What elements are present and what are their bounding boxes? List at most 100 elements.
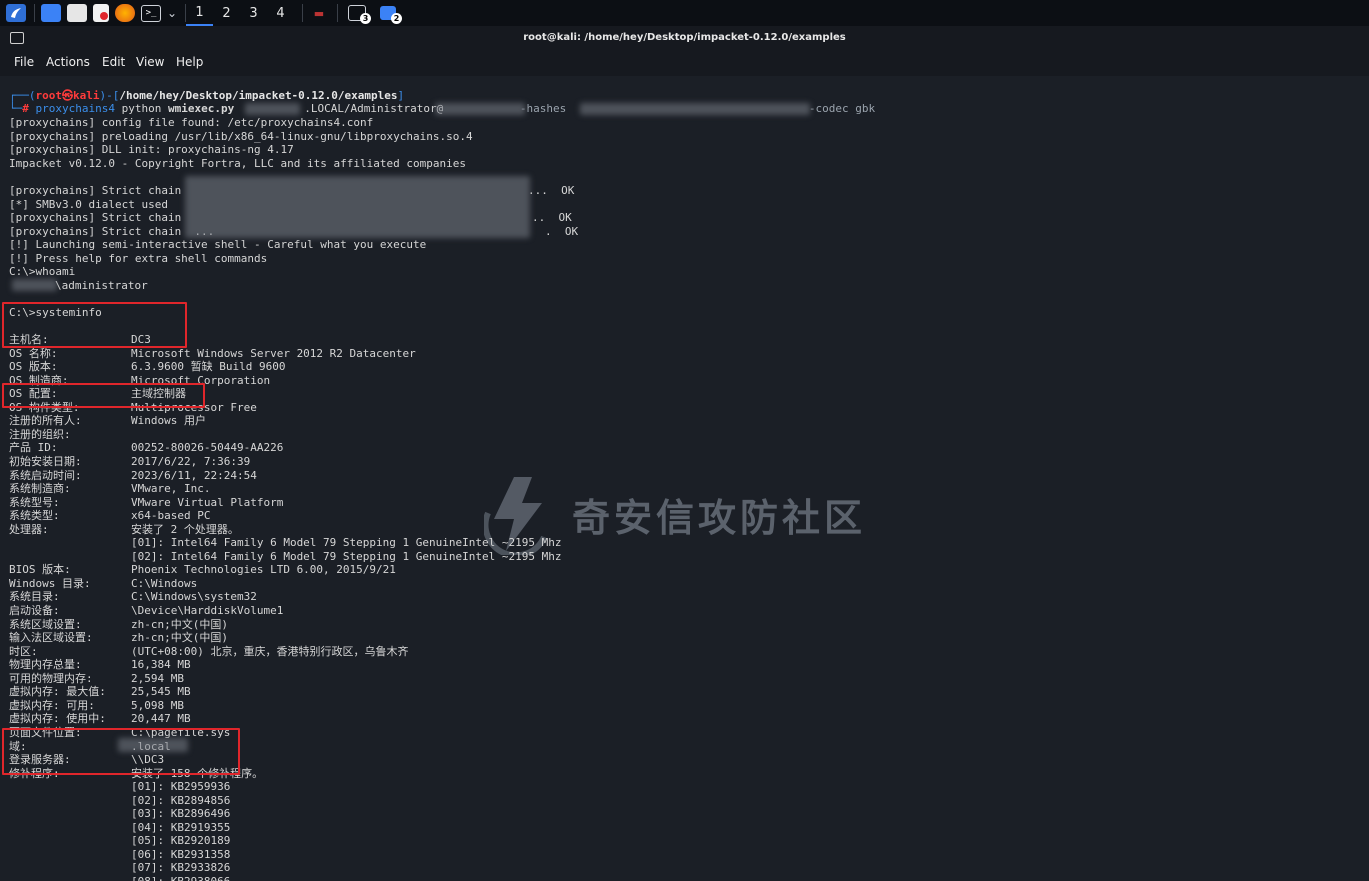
sysinfo-value: zh-cn;中文(中国)	[131, 617, 228, 631]
redaction	[435, 103, 525, 115]
sysinfo-key: 虚拟内存: 可用:	[9, 698, 95, 712]
sysinfo-value: [03]: KB2896496	[131, 807, 231, 821]
sysinfo-value: [04]: KB2919355	[131, 820, 231, 834]
text-editor-icon[interactable]	[93, 4, 109, 22]
output-line: [*] SMBv3.0 dialect used	[9, 198, 168, 211]
taskbar-separator	[302, 4, 303, 22]
file-manager-icon[interactable]	[67, 4, 87, 22]
output-line: [proxychains] config file found: /etc/pr…	[9, 116, 374, 129]
sysinfo-key: Windows 目录:	[9, 576, 91, 590]
prompt-host: kali	[73, 89, 100, 102]
output-status: .. OK	[532, 211, 572, 224]
output-status: . OK	[545, 225, 579, 238]
sysinfo-value: 2023/6/11, 22:24:54	[131, 468, 257, 482]
output-text: [proxychains] Strict chain	[9, 211, 182, 224]
chevron-down-icon[interactable]: ⌄	[167, 4, 177, 22]
sysinfo-value: \Device\HarddiskVolume1	[131, 604, 284, 617]
output-text: [proxychains] Strict chain ...	[9, 225, 215, 238]
terminal-window-icon[interactable]: 3	[348, 5, 371, 24]
command-codec: -codec gbk	[802, 102, 876, 115]
sysinfo-key: 系统类型:	[9, 509, 60, 523]
sysinfo-key: 注册的所有人:	[9, 414, 82, 428]
sysinfo-value: 2,594 MB	[131, 671, 184, 685]
sysinfo-value: [07]: KB2933826	[131, 861, 231, 875]
desktop-icon[interactable]	[41, 4, 61, 22]
command-target: .LOCAL/Administrator@	[304, 102, 444, 115]
sysinfo-key: 系统区域设置:	[9, 617, 82, 631]
terminal-launcher-icon[interactable]: >_	[141, 4, 161, 22]
command-script: wmiexec.py	[167, 102, 235, 115]
menu-view[interactable]: View	[136, 55, 164, 69]
sysinfo-key: OS 名称:	[9, 346, 58, 360]
sysinfo-key: 虚拟内存: 最大值:	[9, 685, 106, 699]
output-line: [!] Press help for extra shell commands	[9, 252, 268, 265]
menu-file[interactable]: File	[14, 55, 34, 69]
sysinfo-key: OS 版本:	[9, 360, 58, 374]
sysinfo-key: BIOS 版本:	[9, 563, 71, 577]
taskbar: >_ ⌄ 1 2 3 4 ▬ 3 2	[0, 0, 1369, 26]
sysinfo-value: [08]: KB2938066	[131, 875, 230, 881]
firefox-icon[interactable]	[115, 4, 135, 22]
sysinfo-key: 系统启动时间:	[9, 468, 82, 482]
sysinfo-value: 16,384 MB	[131, 658, 191, 672]
sysinfo-value: 5,098 MB	[131, 698, 184, 712]
sysinfo-value: [02]: Intel64 Family 6 Model 79 Stepping…	[131, 549, 562, 563]
sysinfo-key: 可用的物理内存:	[9, 671, 93, 685]
sysinfo-value: [06]: KB2931358	[131, 847, 231, 861]
sysinfo-key: 注册的组织:	[9, 427, 71, 441]
sysinfo-key: 启动设备:	[9, 604, 60, 617]
sysinfo-value: [01]: Intel64 Family 6 Model 79 Stepping…	[131, 536, 562, 550]
sysinfo-key: 物理内存总量:	[9, 658, 82, 672]
menu-actions[interactable]: Actions	[46, 55, 90, 69]
sysinfo-key: 时区:	[9, 644, 38, 658]
terminal-output[interactable]: 奇安信攻防社区 ┌──(root㉿kali)-[/home/hey/Deskto…	[0, 76, 1369, 881]
workspace-2[interactable]: 2	[213, 0, 240, 26]
sysinfo-value: 20,447 MB	[131, 712, 191, 726]
sysinfo-value: 安装了 2 个处理器。	[131, 522, 239, 536]
window-titlebar[interactable]: root@kali: /home/hey/Desktop/impacket-0.…	[0, 26, 1369, 52]
sysinfo-key: 系统型号:	[9, 495, 60, 509]
terminal-window-count: 3	[360, 13, 371, 24]
sysinfo-key: 虚拟内存: 使用中:	[9, 712, 106, 726]
output-line: C:\>whoami	[9, 265, 76, 278]
redaction	[185, 176, 530, 238]
menu-edit[interactable]: Edit	[102, 55, 125, 69]
sysinfo-value: 25,545 MB	[131, 685, 191, 699]
prompt-user: root	[35, 89, 63, 102]
sysinfo-key: 输入法区域设置:	[9, 631, 93, 645]
workspace-1[interactable]: 1	[186, 0, 213, 26]
output-text: [proxychains] Strict chain	[9, 184, 182, 197]
output-line: [proxychains] DLL init: proxychains-ng 4…	[9, 143, 294, 156]
sysinfo-value: [01]: KB2959936	[131, 780, 231, 794]
sysinfo-value: (UTC+08:00) 北京，重庆，香港特别行政区，乌鲁木齐	[131, 644, 409, 658]
sysinfo-value: 2017/6/22, 7:36:39	[131, 454, 251, 468]
proxy-icon[interactable]: ▬	[309, 4, 329, 22]
redaction	[245, 103, 300, 115]
sysinfo-value: 6.3.9600 暂缺 Build 9600	[131, 360, 286, 374]
kali-menu-icon[interactable]	[6, 4, 26, 22]
sysinfo-key: 处理器:	[9, 522, 49, 536]
watermark-text: 奇安信攻防社区	[572, 495, 867, 540]
output-line: [proxychains] Strict chain ... . OK	[9, 225, 578, 239]
output-status: ... OK	[528, 184, 575, 197]
sysinfo-value: [05]: KB2920189	[131, 834, 231, 848]
output-line: Impacket v0.12.0 - Copyright Fortra, LLC…	[9, 157, 466, 170]
output-line: \administrator	[55, 279, 148, 292]
taskbar-separator	[34, 4, 35, 22]
output-line: [proxychains] Strict chain ... OK	[9, 184, 574, 198]
prompt-path: /home/hey/Desktop/impacket-0.12.0/exampl…	[119, 89, 398, 102]
sysinfo-value: Microsoft Windows Server 2012 R2 Datacen…	[131, 346, 416, 360]
highlight-box-systeminfo	[2, 302, 187, 348]
menu-help[interactable]: Help	[176, 55, 203, 69]
sysinfo-value: [02]: KB2894856	[131, 793, 231, 807]
sysinfo-value: zh-cn;中文(中国)	[131, 631, 228, 645]
files-window-icon[interactable]: 2	[380, 6, 402, 24]
workspace-3[interactable]: 3	[240, 0, 267, 26]
sysinfo-value: Windows 用户	[131, 414, 206, 428]
highlight-box-domain	[2, 728, 240, 775]
workspace-4[interactable]: 4	[267, 0, 294, 26]
prompt-at: ㉿	[62, 89, 73, 102]
window-title: root@kali: /home/hey/Desktop/impacket-0.…	[523, 32, 846, 43]
files-window-count: 2	[391, 13, 402, 24]
highlight-box-os-config	[2, 383, 205, 408]
